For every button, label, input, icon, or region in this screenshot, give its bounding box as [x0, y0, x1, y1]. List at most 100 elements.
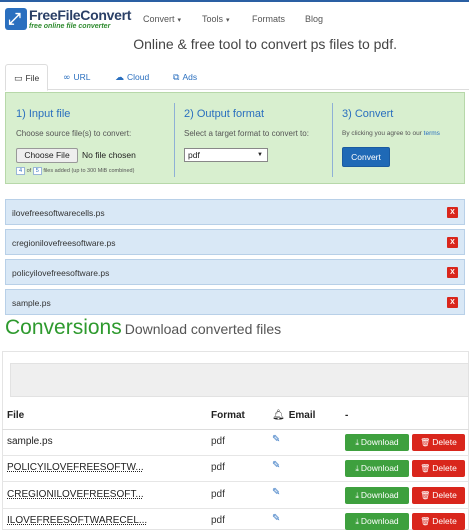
download-button[interactable]: ⤓ Download	[345, 460, 409, 477]
choose-file-button[interactable]: Choose File	[16, 148, 78, 163]
converted-file-format: pdf	[211, 515, 225, 526]
email-edit-icon[interactable]: ✎	[272, 487, 280, 498]
nav-formats[interactable]: Formats	[252, 14, 285, 24]
download-label: Download	[360, 490, 399, 500]
output-format-value: pdf	[188, 150, 200, 160]
converted-file-format: pdf	[211, 436, 225, 447]
header-divider	[2, 429, 469, 430]
tab-file[interactable]: ▭ File	[5, 64, 49, 91]
download-button[interactable]: ⤓ Download	[345, 513, 409, 530]
conversions-title: Conversions	[5, 316, 122, 339]
nav-tools[interactable]: Tools ▾	[202, 14, 230, 24]
conversions-toolbar	[10, 363, 469, 397]
column-header-format: Format	[211, 410, 245, 421]
bell-icon: 🔔︎	[272, 410, 285, 421]
download-button[interactable]: ⤓ Download	[345, 434, 409, 451]
step1-title: 1) Input file	[16, 108, 71, 120]
column-divider	[174, 103, 175, 177]
delete-button[interactable]: 🗑︎ Delete	[412, 513, 465, 530]
converted-file-name[interactable]: CREGIONILOVEFREESOFT...	[7, 489, 144, 500]
convert-button[interactable]: Convert	[342, 147, 390, 167]
tab-ads[interactable]: ⧉ Ads	[173, 64, 197, 90]
files-of-text: of	[26, 168, 32, 174]
no-file-chosen-text: No file chosen	[82, 150, 136, 160]
download-label: Download	[360, 437, 399, 447]
navbar: ⤢ FreeFileConvert free online file conve…	[0, 2, 469, 34]
agree-text: By clicking you agree to our	[342, 130, 422, 137]
queued-file-name: ilovefreesoftwarecells.ps	[12, 208, 105, 218]
tab-url[interactable]: ∞ URL	[63, 64, 91, 90]
queued-file-row: policyilovefreesoftware.ps X	[5, 259, 465, 285]
converted-file-name: sample.ps	[7, 436, 53, 447]
step2-title: 2) Output format	[184, 108, 265, 120]
remove-file-button[interactable]: X	[447, 297, 458, 308]
row-divider	[2, 481, 469, 482]
files-max: 5	[32, 167, 42, 175]
column-header-email: 🔔︎ Email	[272, 410, 315, 421]
converted-file-format: pdf	[211, 489, 225, 500]
column-divider	[332, 103, 333, 177]
cloud-icon: ☁	[115, 73, 124, 83]
logo-icon[interactable]: ⤢	[5, 8, 27, 30]
step1-instructions: Choose source file(s) to convert:	[16, 129, 132, 138]
email-edit-icon[interactable]: ✎	[272, 460, 280, 471]
external-link-icon: ⧉	[173, 73, 180, 83]
queued-file-row: sample.ps X	[5, 289, 465, 315]
row-divider	[2, 455, 469, 456]
column-header-actions: -	[345, 410, 349, 421]
trash-icon: 🗑︎	[420, 517, 431, 526]
output-format-select[interactable]: pdf ▼	[184, 148, 268, 162]
queued-file-name: cregionilovefreesoftware.ps	[12, 238, 116, 248]
column-header-file: File	[7, 410, 25, 421]
caret-down-icon: ▾	[226, 17, 230, 24]
tab-url-label: URL	[73, 72, 91, 82]
trash-icon: 🗑︎	[420, 438, 431, 447]
row-divider	[2, 508, 469, 509]
brand-name[interactable]: FreeFileConvert	[29, 7, 131, 23]
remove-file-button[interactable]: X	[447, 207, 458, 218]
conversion-panel: 1) Input file Choose source file(s) to c…	[5, 92, 465, 184]
delete-button[interactable]: 🗑︎ Delete	[412, 487, 465, 504]
queued-file-name: sample.ps	[12, 298, 51, 308]
queued-file-row: ilovefreesoftwarecells.ps X	[5, 199, 465, 225]
download-label: Download	[360, 516, 399, 526]
brand-tagline: free online file converter	[29, 23, 111, 30]
delete-label: Delete	[432, 437, 457, 447]
terms-link[interactable]: terms	[424, 130, 440, 137]
tab-cloud[interactable]: ☁ Cloud	[115, 64, 149, 90]
conversions-subtitle: Download converted files	[124, 321, 282, 337]
download-label: Download	[360, 463, 399, 473]
delete-label: Delete	[432, 516, 457, 526]
converted-file-name[interactable]: ILOVEFREESOFTWARECEL...	[7, 515, 147, 526]
queued-file-name: policyilovefreesoftware.ps	[12, 268, 110, 278]
trash-icon: 🗑︎	[420, 464, 431, 473]
email-edit-icon[interactable]: ✎	[272, 513, 280, 524]
remove-file-button[interactable]: X	[447, 267, 458, 278]
remove-file-button[interactable]: X	[447, 237, 458, 248]
nav-blog[interactable]: Blog	[305, 14, 323, 24]
converted-file-name[interactable]: POLICYILOVEFREESOFTW...	[7, 462, 144, 473]
source-tabs: ▭ File ∞ URL ☁ Cloud ⧉ Ads	[5, 64, 469, 91]
trash-icon: 🗑︎	[420, 491, 431, 500]
email-header-label: Email	[288, 410, 316, 421]
delete-button[interactable]: 🗑︎ Delete	[412, 434, 465, 451]
select-caret-icon: ▼	[257, 152, 263, 158]
nav-convert[interactable]: Convert ▾	[143, 14, 181, 24]
step3-title: 3) Convert	[342, 108, 394, 120]
delete-button[interactable]: 🗑︎ Delete	[412, 460, 465, 477]
terms-agreement: By clicking you agree to our terms	[342, 130, 440, 137]
tab-ads-label: Ads	[182, 72, 198, 82]
caret-down-icon: ▾	[177, 17, 182, 24]
download-icon: ⤓	[355, 517, 359, 526]
delete-label: Delete	[432, 463, 457, 473]
monitor-icon: ▭	[14, 74, 23, 84]
files-added-text: files added (up to 300 MiB combined)	[43, 168, 135, 174]
tab-file-label: File	[25, 73, 40, 83]
queued-file-row: cregionilovefreesoftware.ps X	[5, 229, 465, 255]
converted-file-format: pdf	[211, 462, 225, 473]
email-edit-icon[interactable]: ✎	[272, 434, 280, 445]
delete-label: Delete	[432, 490, 457, 500]
download-icon: ⤓	[355, 438, 359, 447]
download-button[interactable]: ⤓ Download	[345, 487, 409, 504]
files-added-counter: 4 of 5 files added (up to 300 MiB combin…	[16, 167, 134, 175]
